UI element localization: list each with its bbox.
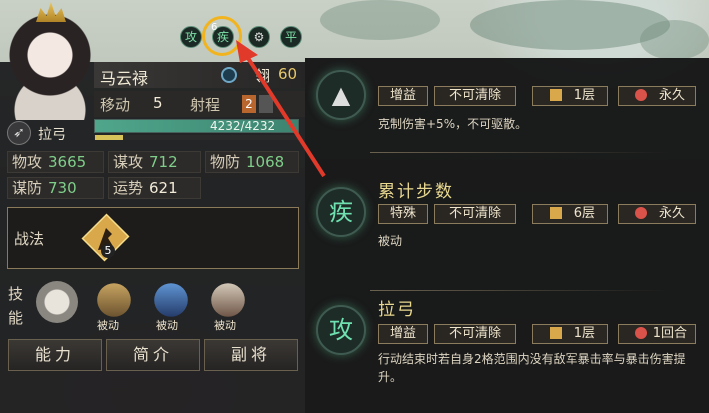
- pointer-arrow: [236, 40, 326, 178]
